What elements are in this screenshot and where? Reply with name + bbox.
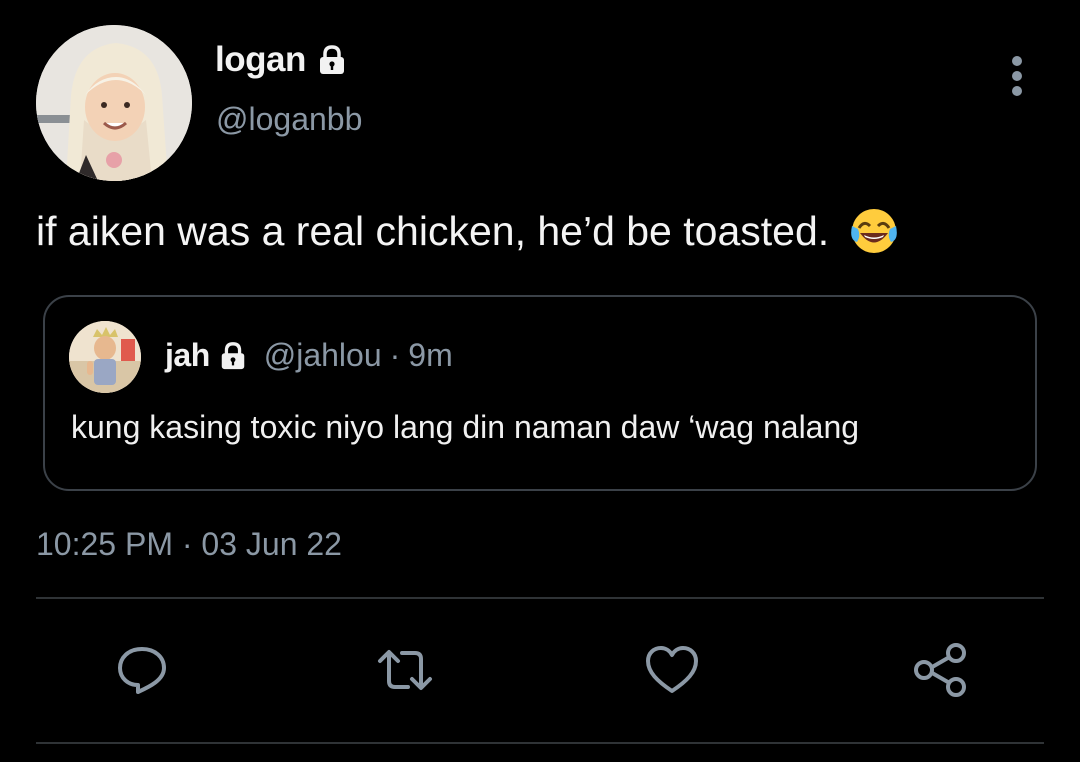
quoted-author-name[interactable]: jah <box>165 337 210 374</box>
lock-icon <box>316 44 348 76</box>
vertical-ellipsis-icon <box>1012 56 1022 66</box>
quoted-tweet-age: 9m <box>408 337 453 373</box>
divider <box>36 742 1044 744</box>
vertical-ellipsis-icon-dot <box>1012 71 1022 81</box>
author-name[interactable]: logan <box>215 40 348 80</box>
tweet-timestamp: 10:25 PM · 03 Jun 22 <box>36 526 342 563</box>
quoted-tweet-card[interactable]: jah @jahlou · 9m kung kasing toxic niyo … <box>43 295 1037 491</box>
timestamp-separator: · <box>181 526 193 562</box>
face-with-tears-of-joy-emoji-icon <box>849 206 899 256</box>
speech-bubble-icon <box>118 647 166 694</box>
lock-icon <box>218 341 248 371</box>
heart-icon <box>646 646 698 693</box>
share-button[interactable] <box>908 638 972 702</box>
quoted-avatar-image <box>69 321 141 393</box>
quoted-tweet-header: jah @jahlou · 9m <box>165 337 453 374</box>
like-button[interactable] <box>640 638 704 702</box>
retweet-button[interactable] <box>373 638 437 702</box>
quoted-author-avatar[interactable] <box>69 321 141 393</box>
quoted-separator: · <box>389 337 401 373</box>
action-bar <box>0 630 1080 710</box>
reply-button[interactable] <box>110 638 174 702</box>
author-avatar[interactable] <box>36 25 192 181</box>
retweet-icon <box>378 650 432 690</box>
tweet-text: if aiken was a real chicken, he’d be toa… <box>36 206 899 256</box>
tweet-detail-view: logan @loganbb if aiken was a real chick… <box>0 0 1080 762</box>
tweet-time: 10:25 PM <box>36 526 173 562</box>
author-display-name: logan <box>215 40 306 79</box>
more-options-button[interactable] <box>1003 56 1031 96</box>
tweet-body: if aiken was a real chicken, he’d be toa… <box>36 207 830 254</box>
author-handle[interactable]: @loganbb <box>216 101 362 138</box>
quoted-author-handle[interactable]: @jahlou <box>264 337 382 374</box>
share-nodes-icon <box>914 643 966 697</box>
divider <box>36 597 1044 599</box>
author-avatar-image <box>36 25 192 181</box>
vertical-ellipsis-icon-dot <box>1012 86 1022 96</box>
tweet-date: 03 Jun 22 <box>201 526 342 562</box>
quoted-tweet-text: kung kasing toxic niyo lang din naman da… <box>71 409 860 445</box>
